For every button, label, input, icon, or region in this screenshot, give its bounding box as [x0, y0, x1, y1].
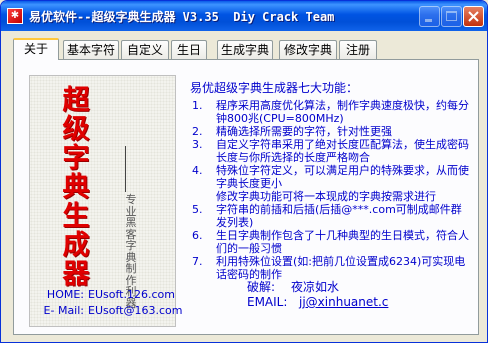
minimize-icon: [425, 19, 432, 22]
home-label: HOME:: [46, 288, 84, 301]
tab-custom[interactable]: 自定义: [121, 40, 169, 59]
tab-about[interactable]: 关于: [13, 38, 59, 60]
home-link[interactable]: EUsoft.126.com: [88, 288, 175, 301]
feature-item: 3. 自定义字符串采用了绝对长度匹配算法，使生成密码长度与你所选择的长度严格吻合: [192, 138, 472, 164]
cracker-row: 破解: 夜凉如水: [247, 280, 388, 295]
crack-credits: 破解: 夜凉如水 EMAIL: jj@xinhuanet.c: [247, 280, 388, 310]
feature-item: 7. 利用特殊位设置(如:把前几位设置成6234)可实现电话密码的制作: [192, 255, 472, 281]
banner-title-char: 字: [62, 143, 90, 174]
feature-text: 修改字典功能可将一本现成的字典按需求进行: [216, 190, 436, 203]
feature-text: 精确选择所需要的字符，针对性更强: [216, 125, 392, 138]
tab-basic-chars[interactable]: 基本字符: [63, 40, 119, 59]
feature-text: 自定义字符串采用了绝对长度匹配算法，使生成密码长度与你所选择的长度严格吻合: [216, 138, 469, 164]
maximize-button[interactable]: [441, 6, 462, 27]
tab-generate-dict[interactable]: 生成字典: [217, 40, 273, 59]
feature-item: 2. 精确选择所需要的字符，针对性更强: [192, 125, 472, 138]
cracker-name: 夜凉如水: [291, 280, 340, 294]
cracker-email-link[interactable]: jj@xinhuanet.c: [299, 295, 388, 310]
feature-item: 修改字典功能可将一本现成的字典按需求进行: [192, 190, 472, 203]
feature-text: 生日字典制作包含了十几种典型的生日模式，符合人们的一般习惯: [216, 229, 469, 255]
banner-title-char: 器: [62, 259, 90, 290]
email-link[interactable]: EUsoft@163.com: [88, 304, 182, 317]
feature-text: 程序采用高度优化算法，制作字典速度极快，约每分钟800兆(CPU=800MHz): [216, 99, 469, 125]
feature-number: 1.: [192, 99, 203, 112]
app-icon[interactable]: ✱: [7, 8, 23, 24]
email-label: E- Mail:: [43, 304, 84, 317]
banner-title-char: 超: [62, 85, 90, 116]
maximize-icon: [446, 11, 457, 21]
close-button[interactable]: [463, 6, 484, 27]
product-banner: 超 级 字 典 生 成 器 专业黑客字典制作利器 HOME: EUsoft.12…: [29, 75, 182, 327]
cracker-email-label: EMAIL:: [247, 295, 288, 309]
about-panel: 超 级 字 典 生 成 器 专业黑客字典制作利器 HOME: EUsoft.12…: [13, 59, 479, 335]
feature-number: 7.: [192, 255, 203, 268]
cracker-label: 破解:: [247, 280, 276, 294]
banner-title-char: 级: [62, 114, 90, 145]
banner-title-char: 生: [62, 201, 90, 232]
tab-register[interactable]: 注册: [339, 40, 377, 59]
tab-modify-dict[interactable]: 修改字典: [279, 40, 337, 59]
feature-number: 3.: [192, 138, 203, 151]
banner-title-char: 典: [62, 172, 90, 203]
feature-number: 5.: [192, 203, 203, 216]
banner-divider: [125, 146, 126, 192]
close-icon: [468, 11, 479, 22]
cracker-email-row: EMAIL: jj@xinhuanet.c: [247, 295, 388, 310]
feature-item: 6. 生日字典制作包含了十几种典型的生日模式，符合人们的一般习惯: [192, 229, 472, 255]
feature-item: 1. 程序采用高度优化算法，制作字典速度极快，约每分钟800兆(CPU=800MH…: [192, 99, 472, 125]
features-list: 1. 程序采用高度优化算法，制作字典速度极快，约每分钟800兆(CPU=800MH…: [192, 99, 472, 281]
banner-title: 超 级 字 典 生 成 器: [56, 86, 96, 289]
feature-text: 字符串的前插和后插(后插@***.com可制成邮件群发列表): [216, 203, 462, 229]
feature-text: 特殊位字符定义，可以满足用户的特殊要求，从而使字典长度更小: [216, 164, 469, 190]
feature-item: 5. 字符串的前插和后插(后插@***.com可制成邮件群发列表): [192, 203, 472, 229]
feature-text: 利用特殊位设置(如:把前几位设置成6234)可实现电话密码的制作: [216, 255, 466, 281]
app-window: ✱ 易优软件--超级字典生成器 V3.35 Diy Crack Team 关于 …: [0, 0, 488, 343]
features-title: 易优超级字典生成器七大功能：: [190, 81, 359, 95]
feature-number: 4.: [192, 164, 203, 177]
title-bar[interactable]: ✱ 易优软件--超级字典生成器 V3.35 Diy Crack Team: [1, 1, 487, 31]
banner-title-char: 成: [62, 230, 90, 261]
tab-birthday[interactable]: 生日: [171, 40, 207, 59]
window-title: 易优软件--超级字典生成器 V3.35 Diy Crack Team: [29, 10, 335, 24]
feature-item: 4. 特殊位字符定义，可以满足用户的特殊要求，从而使字典长度更小: [192, 164, 472, 190]
feature-number: 2.: [192, 125, 203, 138]
minimize-button[interactable]: [419, 6, 440, 27]
feature-number: 6.: [192, 229, 203, 242]
